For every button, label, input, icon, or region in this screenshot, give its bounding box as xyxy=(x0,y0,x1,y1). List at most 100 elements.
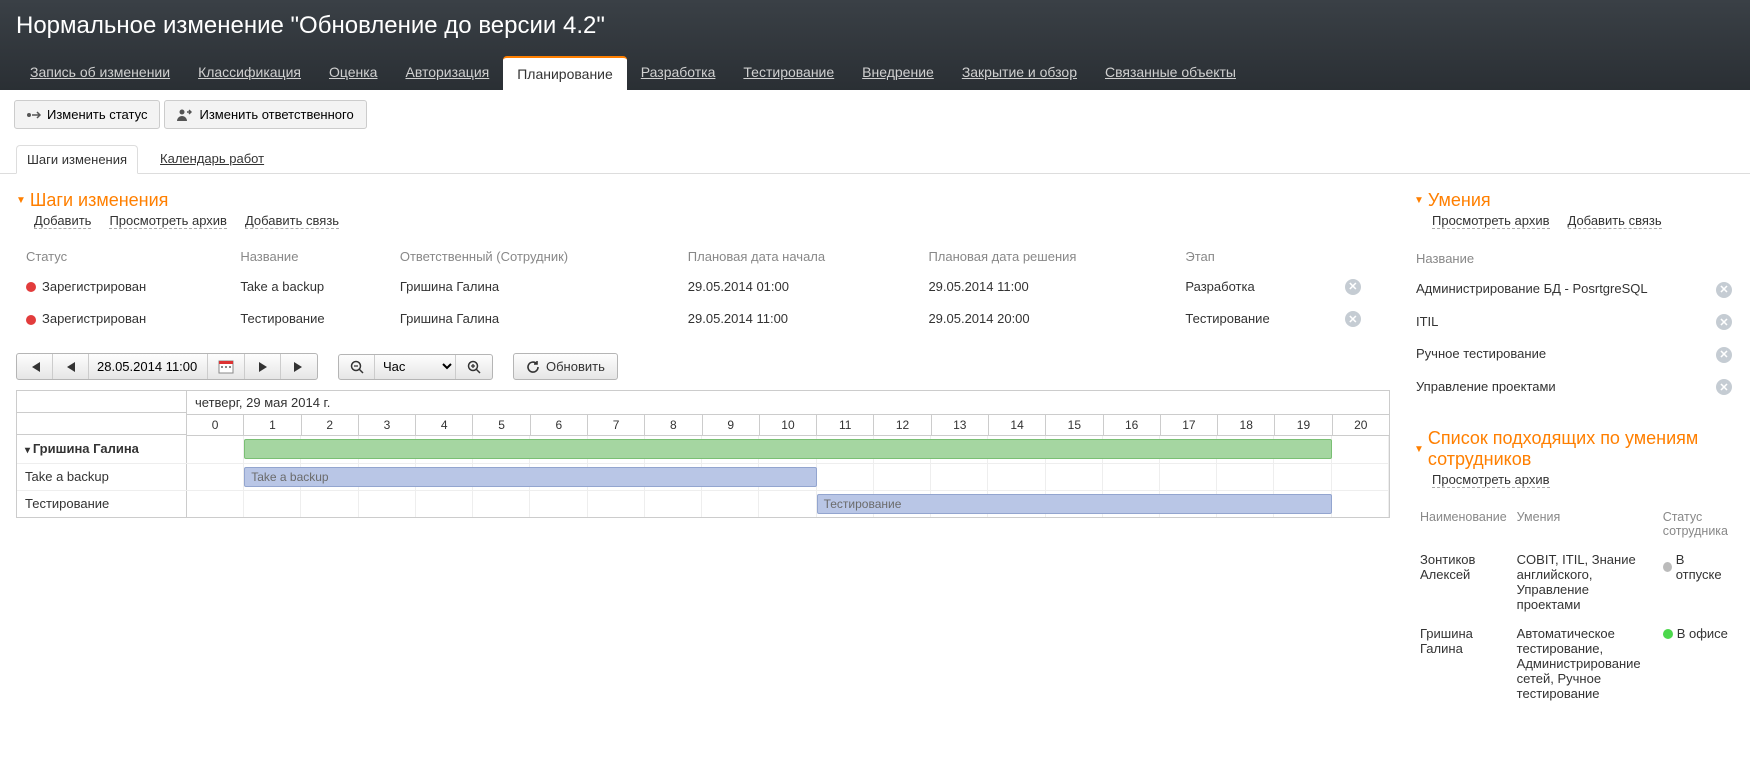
change-assignee-button[interactable]: Изменить ответственного xyxy=(164,100,366,129)
refresh-button[interactable]: Обновить xyxy=(513,353,618,380)
date-nav-group xyxy=(16,353,318,380)
gantt-bar[interactable]: Take a backup xyxy=(244,467,816,487)
arrows-icon xyxy=(27,109,41,121)
list-item[interactable]: Ручное тестирование ✕ xyxy=(1416,339,1732,370)
skill-name: ITIL xyxy=(1416,307,1706,338)
hour-cell: 3 xyxy=(359,415,416,436)
tab-evaluation[interactable]: Оценка xyxy=(315,56,392,90)
remove-icon[interactable]: ✕ xyxy=(1716,379,1732,395)
refresh-icon xyxy=(526,360,540,374)
gantt-bar[interactable]: Тестирование xyxy=(817,494,1332,514)
skill-name: Ручное тестирование xyxy=(1416,339,1706,370)
gantt-row-cells: Тестирование xyxy=(187,491,1389,517)
gantt-left-header xyxy=(17,391,187,436)
steps-archive-link[interactable]: Просмотреть архив xyxy=(109,213,227,229)
status-label: Зарегистрирован xyxy=(42,279,146,294)
first-icon[interactable] xyxy=(17,354,53,379)
col-assignee: Ответственный (Сотрудник) xyxy=(390,243,678,270)
remove-icon[interactable]: ✕ xyxy=(1716,314,1732,330)
tab-planning[interactable]: Планирование xyxy=(503,56,627,90)
hour-cell: 7 xyxy=(588,415,645,436)
list-item[interactable]: Управление проектами ✕ xyxy=(1416,372,1732,403)
cell-start: 29.05.2014 11:00 xyxy=(678,303,919,336)
remove-icon[interactable]: ✕ xyxy=(1345,279,1361,295)
next-icon[interactable] xyxy=(245,354,281,379)
table-row[interactable]: Гришина ГалинаАвтоматическое тестировани… xyxy=(1416,620,1732,707)
skills-title: Умения xyxy=(1414,190,1734,211)
table-row[interactable]: Зонтиков АлексейCOBIT, ITIL, Знание англ… xyxy=(1416,546,1732,618)
main-tabs: Запись об изменении Классификация Оценка… xyxy=(16,52,1734,90)
tab-classification[interactable]: Классификация xyxy=(184,56,315,90)
zoom-out-icon[interactable] xyxy=(339,355,375,379)
skills-addlink-link[interactable]: Добавить связь xyxy=(1568,213,1662,229)
hour-cell: 14 xyxy=(989,415,1046,436)
cell-name: Take a backup xyxy=(230,270,390,303)
steps-title: Шаги изменения xyxy=(16,190,1390,211)
employees-archive-link[interactable]: Просмотреть архив xyxy=(1432,472,1550,488)
tab-closure[interactable]: Закрытие и обзор xyxy=(948,56,1091,90)
table-row[interactable]: Зарегистрирован Тестирование Гришина Гал… xyxy=(16,303,1390,336)
remove-icon[interactable]: ✕ xyxy=(1716,347,1732,363)
tab-related[interactable]: Связанные объекты xyxy=(1091,56,1250,90)
gantt-toolbar: Час Обновить xyxy=(16,353,1390,380)
hour-cell: 18 xyxy=(1218,415,1275,436)
gantt-row-label[interactable]: Тестирование xyxy=(17,491,187,517)
tab-testing[interactable]: Тестирование xyxy=(729,56,848,90)
steps-addlink-link[interactable]: Добавить связь xyxy=(245,213,339,229)
remove-icon[interactable]: ✕ xyxy=(1345,311,1361,327)
cell-assignee: Гришина Галина xyxy=(390,303,678,336)
hour-cell: 20 xyxy=(1333,415,1389,436)
gantt-bar[interactable] xyxy=(244,439,1332,459)
hour-cell: 13 xyxy=(932,415,989,436)
calendar-icon[interactable] xyxy=(208,354,245,379)
gantt-row: Take a backup Take a backup xyxy=(17,463,1389,490)
side-column: Умения Просмотреть архив Добавить связь … xyxy=(1414,190,1734,733)
hour-cell: 9 xyxy=(703,415,760,436)
last-icon[interactable] xyxy=(281,354,317,379)
gantt-date-header: четверг, 29 мая 2014 г. xyxy=(187,391,1389,415)
list-item[interactable]: ITIL ✕ xyxy=(1416,307,1732,338)
change-assignee-label: Изменить ответственного xyxy=(199,107,353,122)
tab-development[interactable]: Разработка xyxy=(627,56,730,90)
steps-add-link[interactable]: Добавить xyxy=(34,213,91,229)
skills-section: Умения Просмотреть архив Добавить связь … xyxy=(1414,190,1734,404)
cell-name: Тестирование xyxy=(230,303,390,336)
skill-name: Управление проектами xyxy=(1416,372,1706,403)
page-title: Нормальное изменение "Обновление до верс… xyxy=(16,12,1734,52)
hour-cell: 16 xyxy=(1104,415,1161,436)
emp-status: В отпуске xyxy=(1659,546,1732,618)
tab-implementation[interactable]: Внедрение xyxy=(848,56,948,90)
gantt-row-label[interactable]: Take a backup xyxy=(17,464,187,490)
steps-links: Добавить Просмотреть архив Добавить связ… xyxy=(34,213,1390,229)
employees-section: Список подходящих по умениям сотрудников… xyxy=(1414,428,1734,709)
skills-archive-link[interactable]: Просмотреть архив xyxy=(1432,213,1550,229)
date-input[interactable] xyxy=(93,359,203,374)
tab-authorization[interactable]: Авторизация xyxy=(391,56,503,90)
hour-cell: 19 xyxy=(1275,415,1332,436)
hour-cell: 5 xyxy=(473,415,530,436)
content: Шаги изменения Добавить Просмотреть архи… xyxy=(0,174,1750,749)
tab-record[interactable]: Запись об изменении xyxy=(16,56,184,90)
list-item[interactable]: Администрирование БД - PosrtgreSQL✕ xyxy=(1416,274,1732,305)
hour-cell: 15 xyxy=(1046,415,1103,436)
col-start: Плановая дата начала xyxy=(678,243,919,270)
zoom-group: Час xyxy=(338,354,493,380)
col-due: Плановая дата решения xyxy=(918,243,1175,270)
gantt-row-label[interactable]: Гришина Галина xyxy=(17,436,187,463)
col-status: Статус xyxy=(16,243,230,270)
hour-cell: 2 xyxy=(302,415,359,436)
hour-cell: 6 xyxy=(531,415,588,436)
gantt-hours-row: 01234567891011121314151617181920 xyxy=(187,415,1389,436)
gantt-row-cells: Take a backup xyxy=(187,464,1389,490)
hour-cell: 11 xyxy=(817,415,874,436)
sub-tab-calendar[interactable]: Календарь работ xyxy=(150,145,274,173)
emp-skills: COBIT, ITIL, Знание английского, Управле… xyxy=(1513,546,1657,618)
table-row[interactable]: Зарегистрирован Take a backup Гришина Га… xyxy=(16,270,1390,303)
change-status-button[interactable]: Изменить статус xyxy=(14,100,160,129)
sub-tab-steps[interactable]: Шаги изменения xyxy=(16,145,138,174)
cell-due: 29.05.2014 11:00 xyxy=(918,270,1175,303)
prev-icon[interactable] xyxy=(53,354,89,379)
zoom-in-icon[interactable] xyxy=(456,355,492,379)
remove-icon[interactable]: ✕ xyxy=(1716,282,1732,298)
unit-select[interactable]: Час xyxy=(375,358,455,375)
